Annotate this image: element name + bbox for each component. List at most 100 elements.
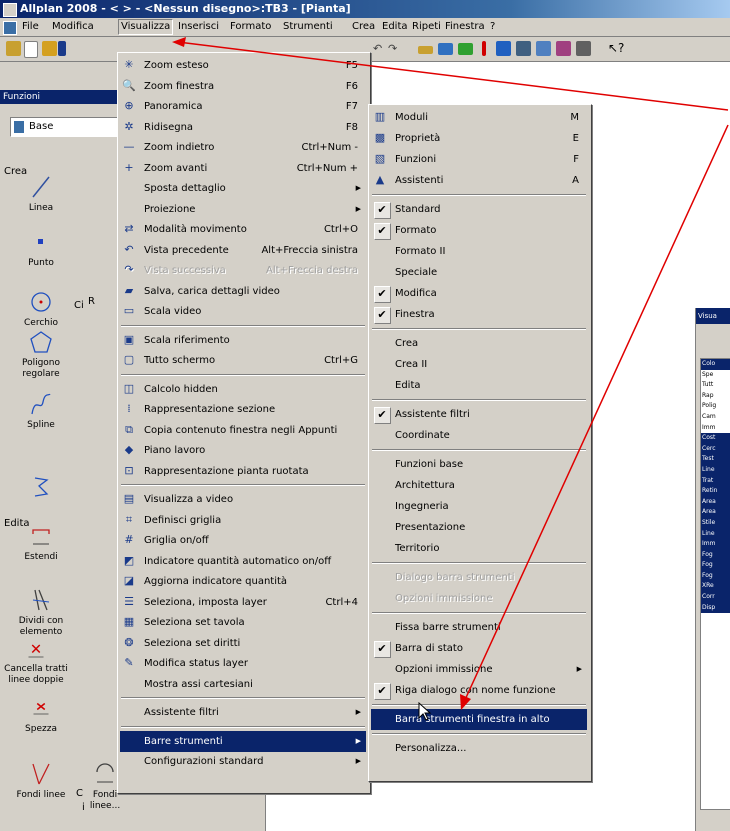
menu-item-opzioni-immissione[interactable]: Opzioni immissione ▶ <box>371 659 587 680</box>
menu-item-zoom-esteso[interactable]: ✳ Zoom esteso F5 <box>120 55 366 76</box>
dialog-list-row[interactable]: Trat <box>701 475 730 487</box>
menu-item-piano-lavoro[interactable]: ◆ Piano lavoro <box>120 440 366 461</box>
menu-item-seleziona-set-diritti[interactable]: ❂ Seleziona set diritti <box>120 633 366 654</box>
tool-spezza[interactable]: Spezza <box>6 702 76 735</box>
menu-item-barre-strumenti[interactable]: Barre strumenti ▶ <box>120 730 366 752</box>
dialog-list-row[interactable]: Imm <box>701 423 730 434</box>
menu-item-presentazione[interactable]: Presentazione <box>371 517 587 538</box>
tool-linea[interactable]: Linea <box>6 175 76 214</box>
menu-item-zoom-avanti[interactable]: + Zoom avanti Ctrl+Num + <box>120 158 366 179</box>
menu-item-zoom-indietro[interactable]: — Zoom indietro Ctrl+Num - <box>120 137 366 158</box>
menu-item-configurazioni-standard[interactable]: Configurazioni standard ▶ <box>120 751 366 772</box>
menu-item-vista-precedente[interactable]: ↶ Vista precedente Alt+Freccia sinistra <box>120 240 366 261</box>
dialog-list-row[interactable]: Rap <box>701 391 730 402</box>
menu-edita[interactable]: Edita <box>382 20 408 34</box>
dialog-list-row[interactable]: Cerc <box>701 443 730 455</box>
menu-item-copia-contenuto-finestra-negli-appunti[interactable]: ⧉ Copia contenuto finestra negli Appunti <box>120 420 366 441</box>
menu-item-mostra-assi-cartesiani[interactable]: Mostra assi cartesiani <box>120 674 366 695</box>
dialog-list-row[interactable]: Polig <box>701 401 730 412</box>
menu-item-funzioni[interactable]: ▧ Funzioni F <box>371 149 587 170</box>
marker-icon[interactable] <box>482 41 486 56</box>
menu-item-panoramica[interactable]: ⊕ Panoramica F7 <box>120 96 366 117</box>
menu-item-barra-di-stato[interactable]: ✔ Barra di stato <box>371 638 587 659</box>
menu-item-assistenti[interactable]: ▲ Assistenti A <box>371 170 587 191</box>
menu-item-scala-video[interactable]: ▭ Scala video <box>120 301 366 322</box>
plan-tool-icon[interactable] <box>438 43 453 55</box>
menu-item-territorio[interactable]: Territorio <box>371 538 587 559</box>
menu-item-ridisegna[interactable]: ✲ Ridisegna F8 <box>120 117 366 138</box>
menu-item-standard[interactable]: ✔ Standard <box>371 199 587 220</box>
menu-item-architettura[interactable]: Architettura <box>371 475 587 496</box>
menu-item-personalizza[interactable]: Personalizza... <box>371 738 587 759</box>
menu-item-rappresentazione-pianta-ruotata[interactable]: ⊡ Rappresentazione pianta ruotata <box>120 461 366 482</box>
print-icon[interactable] <box>496 41 511 56</box>
menu-item-formato[interactable]: ✔ Formato <box>371 220 587 241</box>
dialog-list-row[interactable]: Fog <box>701 570 730 582</box>
menu-item-sposta-dettaglio[interactable]: Sposta dettaglio ▶ <box>120 178 366 199</box>
dialog-list[interactable]: Colo Spe Tutt Rap Polig Cam Imm Cost Cerc Test Lin… <box>700 358 730 810</box>
menu-item-dialogo-barra-strumenti[interactable]: Dialogo barra strumenti <box>371 567 587 588</box>
help-pointer-icon[interactable]: ↖? <box>608 41 624 56</box>
menu-strumenti[interactable]: Strumenti <box>283 20 333 34</box>
menu-item-barra-strumenti-finestra-in-alto[interactable]: Barra strumenti finestra in alto <box>371 709 587 730</box>
menu-item-funzioni-base[interactable]: Funzioni base <box>371 454 587 475</box>
dialog-list-row[interactable]: Tutt <box>701 380 730 391</box>
tool-fondi-linee[interactable]: Fondi linee <box>6 762 76 801</box>
dialog-list-row[interactable]: Line <box>701 464 730 476</box>
menu-item-riga-dialogo-con-nome-funzione[interactable]: ✔ Riga dialogo con nome funzione <box>371 680 587 701</box>
dialog-list-row[interactable]: Colo <box>701 359 730 370</box>
menu-item-opzioni-immissione[interactable]: Opzioni immissione <box>371 588 587 609</box>
dialog-list-row[interactable]: Area <box>701 496 730 508</box>
dialog-list-row[interactable]: Disp <box>701 602 730 614</box>
dialog-list-row[interactable]: Fog <box>701 560 730 571</box>
layer-tool-icon[interactable] <box>418 46 433 54</box>
calc-icon[interactable] <box>516 41 531 56</box>
tool-spline[interactable]: Spline <box>6 392 76 431</box>
tool-estendi[interactable]: Estendi <box>6 524 76 563</box>
menu-inserisci[interactable]: Inserisci <box>178 20 219 34</box>
menu-item-speciale[interactable]: Speciale <box>371 262 587 283</box>
view3d-icon[interactable] <box>576 41 591 56</box>
open-icon[interactable] <box>42 41 57 56</box>
menu-item-fissa-barre-strumenti[interactable]: Fissa barre strumenti <box>371 617 587 638</box>
save-icon[interactable] <box>58 41 66 56</box>
menu-item-modalita-movimento[interactable]: ⇄ Modalità movimento Ctrl+O <box>120 219 366 240</box>
menu-formato[interactable]: Formato <box>230 20 271 34</box>
menu-item-scala-riferimento[interactable]: ▣ Scala riferimento <box>120 330 366 351</box>
menu-item-seleziona-set-tavola[interactable]: ▦ Seleziona set tavola <box>120 612 366 633</box>
dialog-list-row[interactable]: Retin <box>701 486 730 497</box>
menu-item-indicatore-quantita-automatico-on-off[interactable]: ◩ Indicatore quantità automatico on/off <box>120 551 366 572</box>
module-combo[interactable]: Base <box>10 117 122 137</box>
menu-item-vista-successiva[interactable]: ↷ Vista successiva Alt+Freccia destra <box>120 260 366 281</box>
edit-icon[interactable] <box>556 41 571 56</box>
menu-item-rappresentazione-sezione[interactable]: ⁞ Rappresentazione sezione <box>120 399 366 420</box>
tool-cerchio[interactable]: Cerchio <box>6 290 76 329</box>
menu-item-tutto-schermo[interactable]: ▢ Tutto schermo Ctrl+G <box>120 350 366 371</box>
menu-item-assistente-filtri[interactable]: ✔ Assistente filtri <box>371 404 587 425</box>
menu-item-crea[interactable]: Crea <box>371 333 587 354</box>
menu-item-modifica[interactable]: ✔ Modifica <box>371 283 587 304</box>
menu-item-crea-ii[interactable]: Crea II <box>371 354 587 375</box>
menu-visualizza[interactable]: Visualizza <box>118 19 174 35</box>
dialog-list-row[interactable]: Imm <box>701 539 730 550</box>
open-folder-icon[interactable] <box>6 41 21 56</box>
tool-poligono[interactable]: Poligono regolare <box>6 330 76 380</box>
dialog-list-row[interactable]: Cost <box>701 433 730 444</box>
dialog-list-row[interactable]: Line <box>701 528 730 540</box>
menu-item-proprieta[interactable]: ▩ Proprietà E <box>371 128 587 149</box>
dialog-list-row[interactable]: Stile <box>701 517 730 529</box>
tool-partial[interactable] <box>6 474 76 502</box>
undo-icon[interactable]: ↶ <box>373 41 383 56</box>
menu-modifica[interactable]: Modifica <box>52 20 94 34</box>
menu-crea[interactable]: Crea <box>352 20 375 34</box>
menu-item-proiezione[interactable]: Proiezione ▶ <box>120 199 366 220</box>
menu-item-aggiorna-indicatore-quantita[interactable]: ◪ Aggiorna indicatore quantità <box>120 571 366 592</box>
menu-item-moduli[interactable]: ▥ Moduli M <box>371 107 587 128</box>
menu-item-modifica-status-layer[interactable]: ✎ Modifica status layer <box>120 653 366 674</box>
tool-dividi[interactable]: Dividi con elemento <box>6 588 76 638</box>
new-document-icon[interactable] <box>24 41 38 58</box>
menu-file[interactable]: File <box>22 20 39 34</box>
dialog-list-row[interactable]: Test <box>701 454 730 465</box>
menu-item-visualizza-a-video[interactable]: ▤ Visualizza a video <box>120 489 366 510</box>
dialog-list-row[interactable]: Area <box>701 507 730 518</box>
